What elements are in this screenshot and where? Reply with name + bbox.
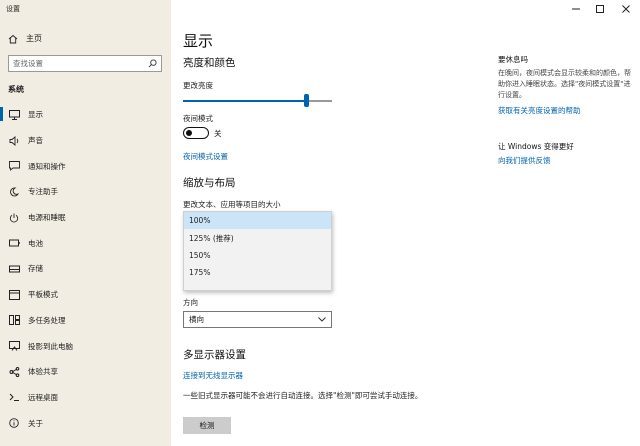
night-light-label: 夜间模式 [183, 114, 213, 123]
sidebar: 设置 主页 系统 显示 声音 通知和操作 专注助手 电源和睡眠 [0, 0, 171, 446]
scale-heading: 缩放与布局 [183, 177, 236, 189]
brightness-help-link[interactable]: 获取有关亮度设置的帮助 [498, 105, 581, 116]
info-icon [8, 417, 20, 429]
multitask-icon [8, 314, 20, 326]
home-label: 主页 [26, 34, 42, 43]
multi-display-heading: 多显示器设置 [183, 349, 246, 361]
slider-thumb[interactable] [304, 94, 310, 107]
battery-icon [8, 237, 20, 249]
sidebar-item-label: 电源和睡眠 [28, 213, 66, 223]
scale-option[interactable]: 150% [184, 247, 331, 264]
tablet-icon [8, 289, 20, 301]
search-box[interactable] [8, 55, 162, 72]
moon-icon [8, 186, 20, 198]
detect-button[interactable]: 检测 [183, 417, 231, 434]
power-icon [8, 212, 20, 224]
project-icon [8, 340, 20, 352]
orientation-value: 横向 [189, 315, 204, 324]
scale-option[interactable]: 125% (推荐) [184, 230, 331, 247]
search-icon[interactable] [148, 59, 157, 68]
scale-option[interactable]: 100% [184, 212, 331, 229]
sidebar-item-display[interactable]: 显示 [0, 102, 171, 128]
sidebar-item-label: 通知和操作 [28, 161, 66, 171]
sidebar-item-focus-assist[interactable]: 专注助手 [0, 179, 171, 205]
orientation-select[interactable]: 横向 [183, 311, 332, 328]
sidebar-item-sound[interactable]: 声音 [0, 128, 171, 154]
sidebar-item-label: 多任务处理 [28, 315, 66, 325]
sidebar-item-label: 体验共享 [28, 367, 58, 377]
share-icon [8, 366, 20, 378]
sidebar-item-power[interactable]: 电源和睡眠 [0, 205, 171, 231]
sidebar-item-label: 平板模式 [28, 290, 58, 300]
page-title: 显示 [183, 32, 214, 50]
home-link[interactable]: 主页 [8, 33, 42, 44]
multi-display-description: 一些旧式显示器可能不会进行自动连接。选择"检测"即可尝试手动连接。 [183, 391, 423, 400]
brightness-heading: 亮度和颜色 [183, 57, 236, 69]
orientation-label: 方向 [183, 298, 198, 307]
speaker-icon [8, 135, 20, 147]
sidebar-item-label: 专注助手 [28, 187, 58, 197]
brightness-label: 更改亮度 [183, 81, 213, 90]
sidebar-item-label: 电池 [28, 238, 43, 248]
scale-dropdown-list: 100% 125% (推荐) 150% 175% [183, 211, 332, 291]
slider-fill [183, 100, 307, 102]
sidebar-item-remote-desktop[interactable]: 远程桌面 [0, 385, 171, 411]
side-panel-text: 在晚间，夜间模式会显示较柔和的颜色，帮助你进入睡眠状态。选择"夜间模式设置"进行… [498, 69, 631, 99]
sidebar-item-shared-experiences[interactable]: 体验共享 [0, 359, 171, 385]
night-light-state: 关 [214, 129, 222, 138]
section-label: 系统 [8, 85, 24, 94]
sidebar-item-label: 声音 [28, 136, 43, 146]
scale-option[interactable]: 175% [184, 264, 331, 281]
storage-icon [8, 263, 20, 275]
message-icon [8, 160, 20, 172]
search-input[interactable] [13, 59, 148, 68]
sidebar-item-label: 投影到此电脑 [28, 341, 73, 351]
side-panel-title: 要休息吗 [498, 55, 528, 64]
sidebar-item-multitasking[interactable]: 多任务处理 [0, 308, 171, 334]
sidebar-item-label: 关于 [28, 418, 43, 428]
improve-windows-title: 让 Windows 变得更好 [498, 142, 574, 151]
remote-icon [8, 391, 20, 403]
app-title: 设置 [6, 5, 20, 13]
brightness-slider[interactable] [183, 94, 332, 107]
scale-label: 更改文本、应用等项目的大小 [183, 200, 281, 209]
sidebar-item-projecting[interactable]: 投影到此电脑 [0, 333, 171, 359]
feedback-link[interactable]: 向我们提供反馈 [498, 155, 551, 166]
sidebar-item-battery[interactable]: 电池 [0, 230, 171, 256]
sidebar-item-label: 存储 [28, 264, 43, 274]
sidebar-item-storage[interactable]: 存储 [0, 256, 171, 282]
monitor-icon [8, 109, 20, 121]
sidebar-item-about[interactable]: 关于 [0, 410, 171, 436]
toggle-knob [186, 129, 192, 136]
night-light-settings-link[interactable]: 夜间模式设置 [183, 151, 228, 162]
night-light-toggle[interactable] [183, 127, 209, 139]
sidebar-item-label: 远程桌面 [28, 392, 58, 402]
sidebar-item-tablet-mode[interactable]: 平板模式 [0, 282, 171, 308]
sidebar-item-label: 显示 [28, 110, 43, 120]
wireless-display-link[interactable]: 连接到无线显示器 [183, 370, 243, 381]
sidebar-item-notifications[interactable]: 通知和操作 [0, 153, 171, 179]
sidebar-nav: 显示 声音 通知和操作 专注助手 电源和睡眠 电池 存储 平板模式 多任务处理 … [0, 102, 171, 436]
main-content: 显示 亮度和颜色 更改亮度 夜间模式 关 夜间模式设置 缩放与布局 更改文本、应… [171, 0, 640, 446]
chevron-down-icon [318, 317, 326, 322]
home-icon [8, 34, 18, 43]
